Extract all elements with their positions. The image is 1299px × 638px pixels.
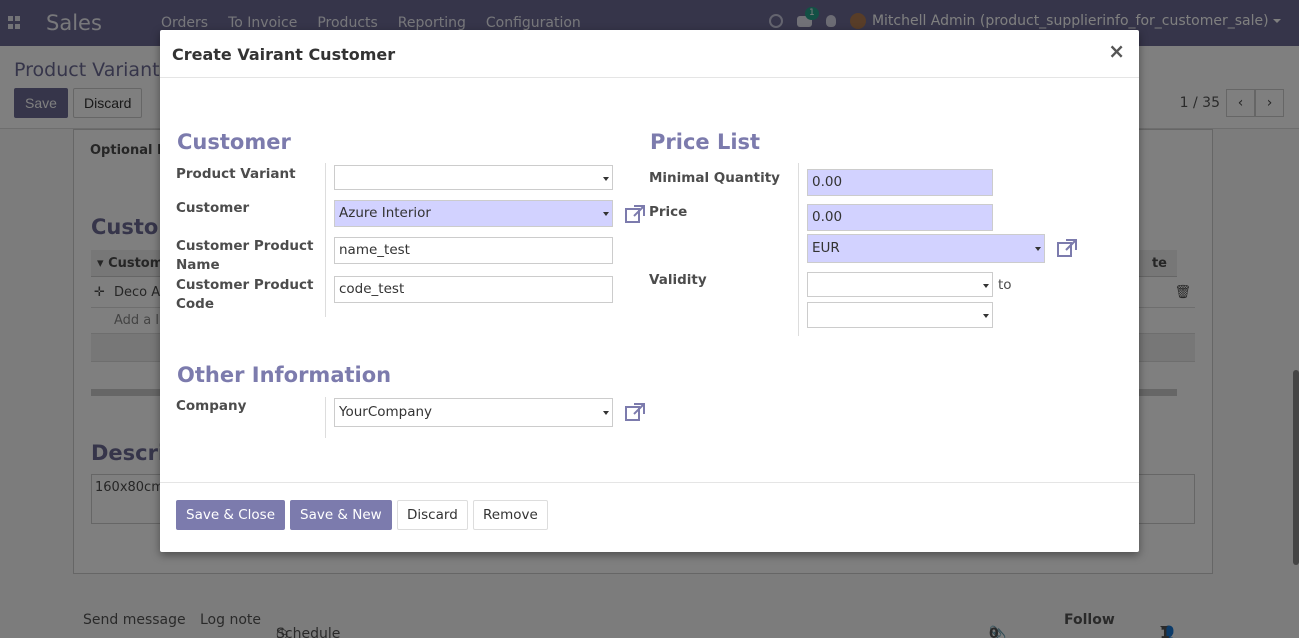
other-group-separator bbox=[325, 397, 326, 438]
company-value: YourCompany bbox=[339, 404, 433, 420]
dropdown-caret-icon bbox=[983, 284, 989, 288]
external-link-icon[interactable] bbox=[624, 402, 646, 422]
minimal-quantity-input[interactable]: 0.00 bbox=[807, 169, 993, 196]
company-label: Company bbox=[176, 398, 247, 414]
company-select[interactable]: YourCompany bbox=[334, 398, 613, 427]
remove-button[interactable]: Remove bbox=[473, 500, 548, 530]
validity-label: Validity bbox=[649, 272, 707, 288]
price-label: Price bbox=[649, 204, 688, 220]
currency-select[interactable]: EUR bbox=[807, 234, 1045, 263]
customer-product-name-label: Customer Product Name bbox=[176, 238, 314, 273]
customer-label: Customer bbox=[176, 200, 250, 216]
dropdown-caret-icon bbox=[603, 411, 609, 415]
dropdown-caret-icon bbox=[983, 314, 989, 318]
save-close-button[interactable]: Save & Close bbox=[176, 500, 286, 530]
pricelist-section-title: Price List bbox=[650, 130, 761, 154]
create-variant-customer-dialog: Create Vairant Customer × Customer Produ… bbox=[160, 30, 1139, 552]
product-variant-select[interactable] bbox=[334, 165, 613, 190]
dialog-title: Create Vairant Customer bbox=[172, 45, 396, 64]
validity-end-date-input[interactable] bbox=[807, 302, 993, 328]
customer-product-code-input[interactable]: code_test bbox=[334, 276, 613, 303]
validity-to-label: to bbox=[998, 277, 1012, 293]
dialog-footer: Save & Close Save & New Discard Remove bbox=[160, 482, 1139, 552]
dropdown-caret-icon bbox=[1035, 247, 1041, 251]
external-link-icon[interactable] bbox=[624, 204, 646, 224]
customer-product-code-label: Customer Product Code bbox=[176, 277, 314, 312]
dropdown-caret-icon bbox=[603, 177, 609, 181]
save-new-button[interactable]: Save & New bbox=[290, 500, 392, 530]
price-input[interactable]: 0.00 bbox=[807, 204, 993, 231]
dialog-header: Create Vairant Customer × bbox=[160, 30, 1139, 78]
customer-select[interactable]: Azure Interior bbox=[334, 200, 613, 227]
pricelist-group-separator bbox=[798, 163, 799, 336]
minimal-quantity-label: Minimal Quantity bbox=[649, 170, 780, 186]
customer-product-name-input[interactable]: name_test bbox=[334, 237, 613, 264]
dropdown-caret-icon bbox=[603, 212, 609, 216]
validity-start-date-input[interactable] bbox=[807, 272, 993, 297]
currency-value: EUR bbox=[812, 240, 840, 256]
external-link-icon[interactable] bbox=[1056, 238, 1078, 258]
close-icon[interactable]: × bbox=[1108, 41, 1125, 61]
customer-section-title: Customer bbox=[177, 130, 291, 154]
customer-value: Azure Interior bbox=[339, 205, 431, 221]
discard-button[interactable]: Discard bbox=[397, 500, 468, 530]
other-information-section-title: Other Information bbox=[177, 363, 392, 387]
product-variant-label: Product Variant bbox=[176, 166, 296, 182]
